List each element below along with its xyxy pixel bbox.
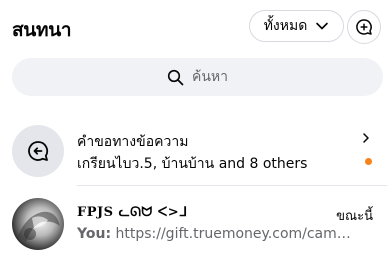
- conversation-title: คำขอทางข้อความ: [77, 134, 189, 150]
- you-prefix: You:: [77, 226, 112, 242]
- chevron-down-icon: [316, 22, 329, 30]
- message-request-icon: [28, 141, 49, 161]
- message-requests-row[interactable]: คำขอทางข้อความ เกรียนไบว.5, บ้านบ้าน and…: [0, 118, 387, 184]
- chevron-right-icon: [363, 133, 369, 143]
- conversation-row[interactable]: FPJS ᓚᘏᗢ ᐸ>ᒧ ขณะนี้ You: https://gift.tr…: [0, 192, 387, 256]
- conversation-preview: เกรียนไบว.5, บ้านบ้าน and 8 others: [77, 156, 308, 172]
- message-request-avatar: [12, 125, 64, 177]
- avatar-photo: [12, 198, 64, 250]
- preview-text: https://gift.truemoney.com/campaign/...: [115, 226, 358, 242]
- conversation-name: FPJS ᓚᘏᗢ ᐸ>ᒧ: [77, 205, 188, 220]
- filter-dropdown-button[interactable]: ทั้งหมด: [249, 10, 344, 42]
- unread-dot: [365, 158, 372, 165]
- new-message-button[interactable]: [347, 10, 381, 44]
- filter-label: ทั้งหมด: [263, 18, 308, 34]
- search-icon: [167, 69, 184, 85]
- search-input[interactable]: ค้นหา: [12, 58, 383, 96]
- page-title: สนทนา: [12, 19, 72, 41]
- header: สนทนา ทั้งหมด: [0, 0, 387, 52]
- divider: [77, 185, 387, 186]
- conversation-preview: You: https://gift.truemoney.com/campaign…: [77, 226, 357, 242]
- search-placeholder: ค้นหา: [191, 69, 229, 85]
- avatar: [12, 198, 64, 250]
- conversation-time: ขณะนี้: [336, 209, 373, 224]
- new-message-icon: [356, 19, 372, 35]
